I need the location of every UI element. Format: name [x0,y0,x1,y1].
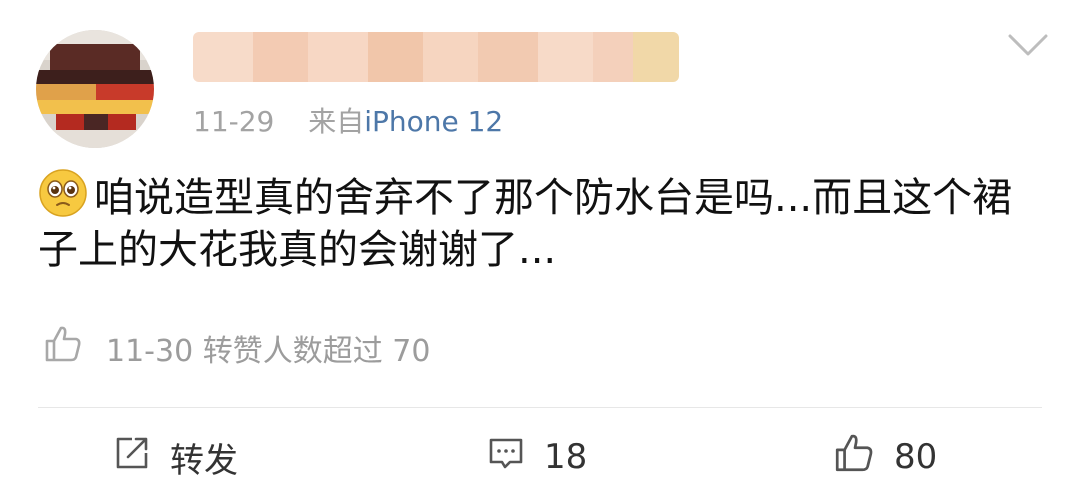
pleading-face-icon [38,168,88,218]
thumb-up-icon [832,431,894,484]
chevron-down-icon[interactable] [1006,30,1050,60]
comment-button[interactable]: 18 [486,434,587,480]
likes-summary: 11-30 转赞人数超过 70 [42,326,430,370]
repost-label: 转发 [170,440,238,481]
source-prefix: 来自 [308,105,365,138]
thumb-up-icon [42,323,106,373]
post-text: 咱说造型真的舍弃不了那个防水台是吗...而且这个裙子上的大花我真的会谢谢了... [38,175,1013,273]
avatar[interactable] [36,30,154,148]
repost-icon [112,433,170,482]
divider [38,407,1042,408]
repost-button[interactable]: 转发 [112,433,238,482]
source-device-link[interactable]: iPhone 12 [364,105,503,138]
post-meta: 11-29 来自iPhone 12 [193,100,503,140]
comment-icon [486,433,544,482]
comment-count: 18 [544,437,588,477]
username-blurred[interactable] [193,32,679,82]
post-content: 咱说造型真的舍弃不了那个防水台是吗...而且这个裙子上的大花我真的会谢谢了... [38,168,1048,276]
post-date: 11-29 [193,105,275,138]
likes-summary-text: 11-30 转赞人数超过 70 [106,334,431,369]
like-button[interactable]: 80 [832,434,937,480]
like-count: 80 [894,437,938,477]
